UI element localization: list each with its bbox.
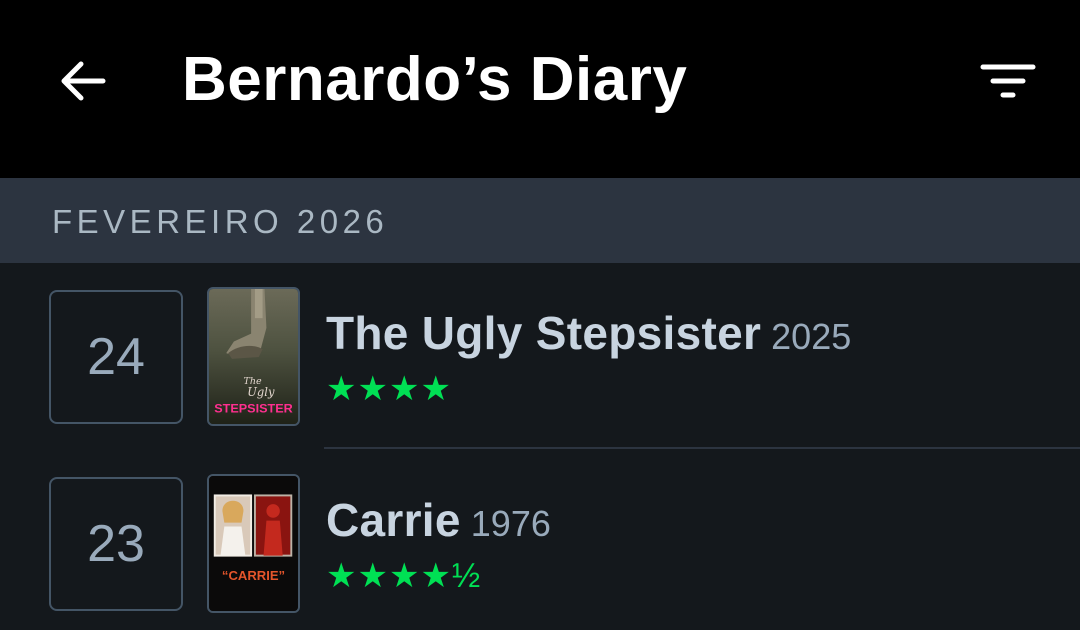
svg-text:“CARRIE”: “CARRIE” [222,569,285,583]
movie-poster: “CARRIE” [207,474,300,613]
svg-text:Ugly: Ugly [247,385,275,399]
arrow-left-icon [61,61,106,101]
diary-entry[interactable]: 23 “CARRIE” Carrie 1976 ★★★★½ [0,450,1080,630]
star-rating: ★★★★½ [326,557,482,595]
svg-text:STEPSISTER: STEPSISTER [214,401,293,415]
diary-entry[interactable]: 24 The Ugly STEPSISTER The Ugly Stepsist… [0,263,1080,450]
movie-year: 1976 [470,503,551,544]
day-box: 23 [49,477,183,611]
movie-poster: The Ugly STEPSISTER [207,287,300,426]
movie-year: 2025 [771,316,852,357]
app-header: Bernardo’s Diary [0,0,1080,178]
filter-button[interactable] [972,52,1044,112]
back-button[interactable] [52,50,114,112]
star-rating: ★★★★ [326,370,452,408]
page-title: Bernardo’s Diary [182,45,688,114]
movie-title[interactable]: The Ugly Stepsister [326,307,761,359]
day-box: 24 [49,290,183,424]
row-divider [324,447,1080,449]
movie-heading: Carrie 1976 [326,490,551,562]
poster-image: The Ugly STEPSISTER [209,289,298,424]
month-label: FEVEREIRO 2026 [52,203,389,240]
diary-screen: Bernardo’s Diary FEVEREIRO 2026 24 The U… [0,0,1080,630]
movie-title[interactable]: Carrie [326,494,461,546]
month-section-header: FEVEREIRO 2026 [0,178,1080,263]
poster-image: “CARRIE” [209,476,298,611]
movie-heading: The Ugly Stepsister 2025 [326,303,851,375]
filter-icon [980,64,1036,98]
